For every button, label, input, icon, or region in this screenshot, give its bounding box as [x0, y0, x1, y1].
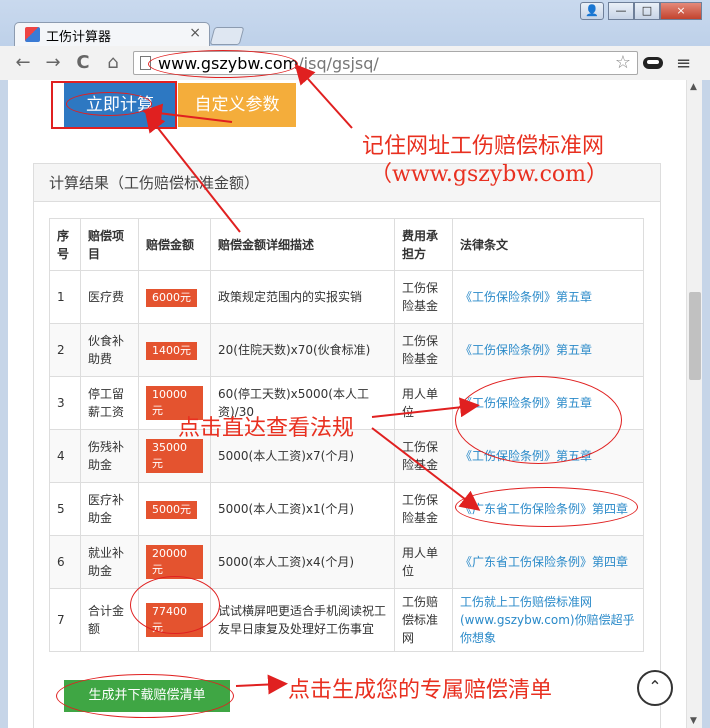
- amount-badge: 20000元: [146, 545, 203, 579]
- header-cell: 法律条文: [452, 218, 644, 271]
- vertical-scrollbar[interactable]: ▲ ▼: [686, 80, 702, 728]
- row-item: 停工留薪工资: [80, 376, 139, 430]
- row-item: 就业补助金: [80, 535, 139, 589]
- row-index: 7: [49, 588, 81, 652]
- amount-badge: 1400元: [146, 341, 197, 360]
- row-item: 合计金额: [80, 588, 139, 652]
- row-law-cell: 《广东省工伤保险条例》第四章: [452, 535, 644, 589]
- reload-icon[interactable]: C: [72, 52, 94, 73]
- window-frame-left: [0, 80, 8, 728]
- row-bearer: 工伤保险基金: [394, 429, 453, 483]
- row-law-cell: 《工伤保险条例》第五章: [452, 323, 644, 377]
- row-description: 试试横屏吧更适合手机阅读祝工友早日康复及处理好工伤事宜: [210, 588, 395, 652]
- maximize-button[interactable]: □: [634, 2, 660, 20]
- header-cell: 赔偿项目: [80, 218, 139, 271]
- row-description: 5000(本人工资)x4(个月): [210, 535, 395, 589]
- row-description: 20(住院天数)x70(伙食标准): [210, 323, 395, 377]
- law-link[interactable]: 《工伤保险条例》第五章: [460, 290, 592, 304]
- amount-badge: 35000元: [146, 439, 203, 473]
- annotation-click-law: 点击直达查看法规: [178, 416, 355, 441]
- browser-tab[interactable]: 工伤计算器 ×: [14, 22, 210, 46]
- row-item: 伙食补助费: [80, 323, 139, 377]
- row-index: 6: [49, 535, 81, 589]
- row-bearer: 工伤保险基金: [394, 270, 453, 324]
- law-link[interactable]: 《广东省工伤保险条例》第四章: [460, 555, 628, 569]
- row-amount-cell: 1400元: [138, 323, 211, 377]
- scroll-down-icon[interactable]: ▼: [690, 716, 697, 726]
- table-row: 1 医疗费 6000元 政策规定范围内的实报实销 工伤保险基金 《工伤保险条例》…: [49, 270, 644, 324]
- row-description: 5000(本人工资)x1(个月): [210, 482, 395, 536]
- row-bearer: 工伤赔偿标准网: [394, 588, 453, 652]
- row-index: 2: [49, 323, 81, 377]
- row-bearer: 用人单位: [394, 535, 453, 589]
- table-row: 2 伙食补助费 1400元 20(住院天数)x70(伙食标准) 工伤保险基金 《…: [49, 323, 644, 377]
- header-cell: 赔偿金额: [138, 218, 211, 271]
- annotation-remember-line2: （www.gszybw.com）: [370, 162, 608, 187]
- menu-icon[interactable]: ≡: [676, 53, 691, 74]
- site-promo-link[interactable]: 工伤就上工伤赔偿标准网(www.gszybw.com)你赔偿超乎你想象: [460, 595, 635, 645]
- back-arrow-icon[interactable]: ←: [12, 52, 34, 73]
- minimize-button[interactable]: —: [608, 2, 634, 20]
- tab-title: 工伤计算器: [46, 30, 112, 45]
- annotation-ellipse-guangdong: [455, 487, 638, 527]
- window-frame-right: [702, 80, 710, 728]
- bookmark-star-icon[interactable]: ☆: [615, 52, 631, 73]
- annotation-ellipse-compute: [66, 92, 152, 116]
- row-item: 医疗费: [80, 270, 139, 324]
- annotation-ellipse-law: [455, 376, 622, 464]
- user-profile-icon[interactable]: 👤: [580, 2, 604, 20]
- row-bearer: 工伤保险基金: [394, 482, 453, 536]
- row-law-cell: 工伤就上工伤赔偿标准网(www.gszybw.com)你赔偿超乎你想象: [452, 588, 644, 652]
- row-index: 1: [49, 270, 81, 324]
- extension-mask-icon[interactable]: [643, 57, 663, 69]
- tab-close-icon[interactable]: ×: [189, 25, 201, 41]
- forward-arrow-icon[interactable]: →: [42, 52, 64, 73]
- amount-badge: 5000元: [146, 500, 197, 519]
- url-path: /jsq/gsjsq/: [298, 54, 379, 73]
- annotation-ellipse-total: [130, 576, 220, 634]
- row-index: 5: [49, 482, 81, 536]
- new-tab-button[interactable]: [209, 27, 245, 45]
- row-amount-cell: 6000元: [138, 270, 211, 324]
- back-to-top-icon[interactable]: ⌃: [637, 670, 673, 706]
- law-link[interactable]: 《工伤保险条例》第五章: [460, 343, 592, 357]
- custom-params-button[interactable]: 自定义参数: [178, 83, 296, 127]
- annotation-click-generate: 点击生成您的专属赔偿清单: [288, 678, 553, 703]
- amount-badge: 6000元: [146, 288, 197, 307]
- annotation-ellipse-url: [148, 50, 298, 78]
- annotation-ellipse-generate: [56, 674, 234, 718]
- row-index: 3: [49, 376, 81, 430]
- row-bearer: 工伤保险基金: [394, 323, 453, 377]
- header-cell: 赔偿金额详细描述: [210, 218, 395, 271]
- browser-chrome: 👤 — □ × 工伤计算器 × ← → C ⌂ www.gszybw.com/j…: [0, 0, 710, 80]
- row-description: 政策规定范围内的实报实销: [210, 270, 395, 324]
- row-bearer: 用人单位: [394, 376, 453, 430]
- home-icon[interactable]: ⌂: [102, 52, 124, 73]
- header-cell: 序号: [49, 218, 81, 271]
- row-item: 医疗补助金: [80, 482, 139, 536]
- table-header-row: 序号 赔偿项目 赔偿金额 赔偿金额详细描述 费用承担方 法律条文: [49, 218, 644, 271]
- row-amount-cell: 5000元: [138, 482, 211, 536]
- row-law-cell: 《工伤保险条例》第五章: [452, 270, 644, 324]
- table-row: 6 就业补助金 20000元 5000(本人工资)x4(个月) 用人单位 《广东…: [49, 535, 644, 589]
- scroll-up-icon[interactable]: ▲: [690, 82, 697, 92]
- row-item: 伤残补助金: [80, 429, 139, 483]
- browser-toolbar: ← → C ⌂ www.gszybw.com/jsq/gsjsq/ ☆ ≡: [0, 46, 710, 80]
- row-index: 4: [49, 429, 81, 483]
- favicon-icon: [25, 27, 40, 42]
- header-cell: 费用承担方: [394, 218, 453, 271]
- close-window-button[interactable]: ×: [660, 2, 702, 20]
- scrollbar-thumb[interactable]: [689, 292, 701, 380]
- window-controls: 👤 — □ ×: [580, 2, 702, 20]
